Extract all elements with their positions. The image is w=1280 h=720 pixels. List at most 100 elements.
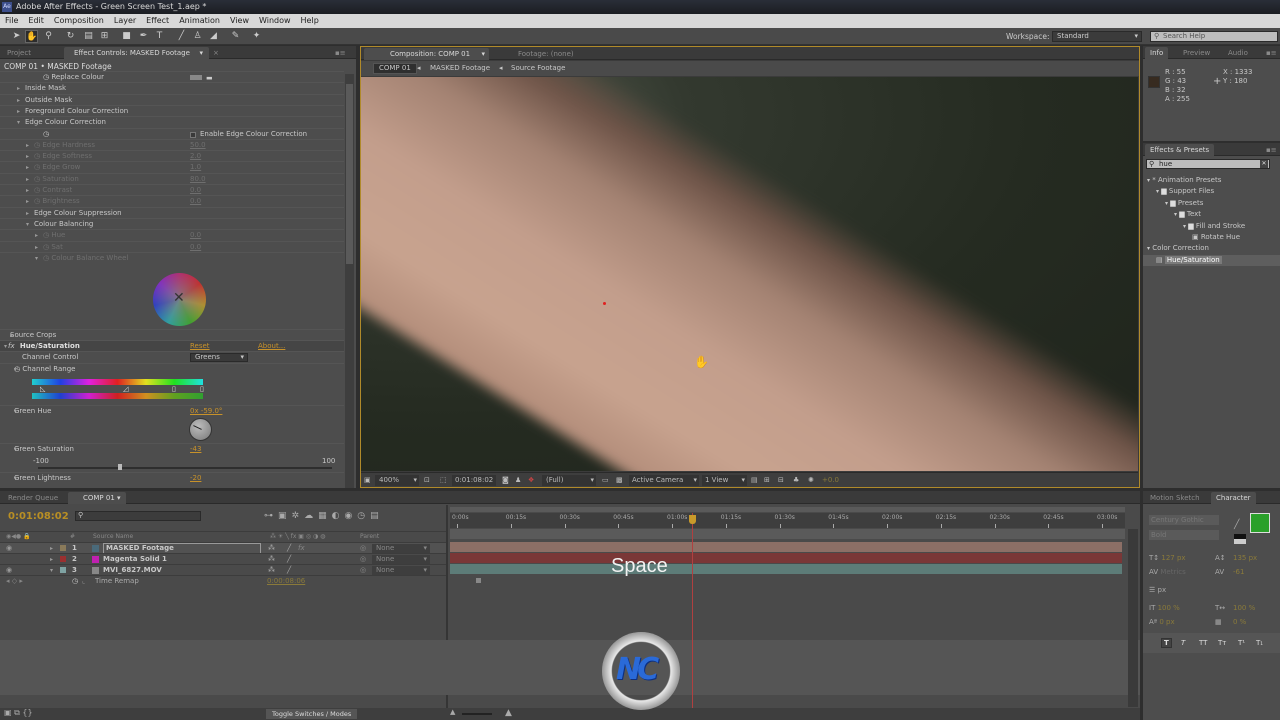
effect-property-row[interactable]: ▸ ◷ Edge Softness 2.0 — [0, 150, 344, 161]
stopwatch-icon[interactable]: ◷ — [43, 130, 49, 138]
effect-property-row[interactable]: ▾ ◷ Colour Balance Wheel — [0, 251, 344, 264]
comp-mini-flowchart-icon[interactable]: ⊶ — [264, 511, 278, 521]
clear-search-icon[interactable]: ✕ — [1260, 160, 1268, 168]
resolution-dropdown[interactable]: (Full) ▾ — [542, 475, 596, 486]
breadcrumb-masked-footage[interactable]: MASKED Footage — [430, 64, 490, 72]
transparency-grid-icon[interactable]: ▩ — [616, 473, 623, 488]
menu-window[interactable]: Window — [254, 14, 296, 28]
faux-bold-button[interactable]: T — [1161, 638, 1172, 648]
menu-file[interactable]: File — [0, 14, 23, 28]
effect-property-row[interactable]: ▾ Edge Colour Correction — [0, 116, 344, 127]
effects-tree-item[interactable]: ▣ Rotate Hue — [1143, 232, 1280, 243]
leading-value[interactable]: 135 px — [1233, 551, 1257, 565]
menu-layer[interactable]: Layer — [109, 14, 141, 28]
range-slider-right-handle[interactable]: ▯ — [172, 385, 176, 393]
hand-tool-icon[interactable]: ✋ — [25, 30, 38, 43]
motion-blur-icon[interactable]: ◐ — [332, 511, 345, 521]
menu-animation[interactable]: Animation — [174, 14, 225, 28]
baseline-shift-value[interactable]: 0 px — [1159, 618, 1174, 626]
breadcrumb-source-footage[interactable]: Source Footage — [511, 64, 565, 72]
green-saturation-row[interactable]: ▾Green Saturation -43 — [0, 443, 344, 454]
effect-property-row[interactable]: ▾ Colour Balancing — [0, 217, 344, 229]
current-time-display[interactable]: 0:01:08:02 — [8, 511, 69, 522]
effect-property-row[interactable]: ▸ Outside Mask — [0, 93, 344, 105]
exposure-value[interactable]: +0.0 — [822, 473, 839, 488]
time-remap-row[interactable]: ◂ ◇ ▸ ◷ ⌞ Time Remap 0:00:08:06 — [0, 575, 446, 586]
stroke-color-swatch[interactable] — [1234, 534, 1246, 544]
parent-dropdown[interactable]: None ▾ — [372, 544, 430, 553]
type-tool-icon[interactable]: T — [153, 30, 166, 43]
layer-row[interactable]: ▸ 2 Magenta Solid 1 ⁂ ╱ ◎ None ▾ — [0, 553, 446, 564]
effect-property-row[interactable]: ▸ Edge Colour Suppression — [0, 206, 344, 218]
green-hue-value[interactable]: 0x -59.0° — [190, 406, 222, 417]
all-caps-button[interactable]: TT — [1199, 639, 1207, 647]
playhead-line[interactable] — [691, 513, 693, 718]
effect-property-row[interactable]: ▸ Inside Mask — [0, 82, 344, 93]
green-saturation-slider-handle[interactable] — [118, 464, 122, 470]
current-time-display[interactable]: 0:01:08:02 — [452, 475, 497, 486]
channel-control-dropdown[interactable]: Greens ▾ — [190, 353, 248, 362]
effect-property-row[interactable]: ▸ ◷ Brightness 0.0 — [0, 195, 344, 206]
eyedropper-icon[interactable]: ╱ — [1234, 520, 1239, 530]
eraser-tool-icon[interactable]: ◢ — [207, 30, 220, 43]
live-update-icon[interactable]: ▣ — [278, 511, 292, 521]
workspace-dropdown[interactable]: Standard ▾ — [1052, 31, 1142, 42]
pen-tool-icon[interactable]: ✒ — [137, 30, 150, 43]
channel-range-row[interactable]: ▾◷ Channel Range — [0, 363, 344, 374]
clone-stamp-tool-icon[interactable]: ♙ — [191, 30, 204, 43]
fill-color-swatch[interactable] — [1250, 513, 1270, 533]
zoom-out-icon[interactable]: ▲ — [450, 708, 455, 716]
work-area-bar[interactable] — [450, 507, 1125, 512]
faux-italic-button[interactable]: T — [1181, 639, 1185, 647]
hide-shy-icon[interactable]: ☁ — [304, 511, 318, 521]
effect-property-row[interactable]: ◷ Enable Edge Colour Correction — [0, 127, 344, 139]
layer-duration-bar[interactable] — [450, 564, 1122, 574]
composition-viewer[interactable]: ✋ — [361, 77, 1138, 471]
effects-tree-item[interactable]: ▾ Color Correction — [1143, 243, 1280, 254]
exposure-reset-icon[interactable]: ✺ — [808, 473, 814, 488]
effect-property-row[interactable]: ▸ ◷ Edge Grow 1.0 — [0, 161, 344, 172]
superscript-button[interactable]: T¹ — [1238, 639, 1245, 647]
horizontal-scale-value[interactable]: 100 % — [1233, 601, 1255, 615]
toggle-switches-modes-button[interactable]: Toggle Switches / Modes — [266, 709, 358, 719]
kerning-value[interactable]: Metrics — [1160, 568, 1185, 576]
green-hue-dial[interactable] — [189, 418, 212, 441]
replace-colour-swatch[interactable] — [190, 75, 202, 80]
twirl-open-icon[interactable]: ▾ — [1183, 223, 1186, 230]
keyframe-nav-icon[interactable]: ◂ ◇ ▸ — [6, 576, 23, 587]
twirl-open-icon[interactable]: ▾ — [1147, 245, 1150, 252]
safe-zones-icon[interactable]: ⊡ — [424, 473, 430, 488]
puppet-pin-tool-icon[interactable]: ✦ — [250, 30, 263, 43]
layer-duration-bar[interactable] — [450, 542, 1122, 552]
layer-row[interactable]: ◉ ▾ 3 MVI_6827.MOV ⁂ ╱ ◎ None ▾ — [0, 564, 446, 575]
parent-dropdown[interactable]: None ▾ — [372, 566, 430, 575]
show-snapshot-icon[interactable]: ♟ — [515, 473, 521, 488]
tab-preview[interactable]: Preview — [1178, 47, 1215, 59]
snapshot-icon[interactable]: ◙ — [502, 473, 509, 488]
effects-tree-item[interactable]: ▾ ▆ Fill and Stroke — [1143, 221, 1280, 232]
enable-edge-checkbox[interactable] — [190, 131, 196, 138]
tab-comp-01[interactable]: COMP 01 ▾ — [68, 492, 126, 504]
camera-dropdown[interactable]: Active Camera ▾ — [629, 475, 699, 486]
effects-tree-item[interactable]: ▾ ▆ Presets — [1143, 198, 1280, 209]
roto-brush-tool-icon[interactable]: ✎ — [229, 30, 242, 43]
label-color-swatch[interactable] — [60, 567, 66, 573]
playhead-handle[interactable] — [688, 515, 696, 524]
font-size-value[interactable]: 127 px — [1161, 554, 1185, 562]
effect-property-row[interactable]: ▸ ◷ Hue 0.0 — [0, 229, 344, 240]
effects-search-input[interactable]: ⚲ hue ✕ — [1146, 159, 1270, 169]
close-icon[interactable]: × — [208, 47, 224, 59]
brush-tool-icon[interactable]: ╱ — [175, 30, 188, 43]
label-color-swatch[interactable] — [60, 556, 66, 562]
vertical-scale-value[interactable]: 100 % — [1158, 604, 1180, 612]
tab-effect-controls[interactable]: Effect Controls: MASKED Footage ▾ — [64, 47, 209, 59]
menu-effect[interactable]: Effect — [141, 14, 174, 28]
draft-3d-icon[interactable]: ✲ — [292, 511, 305, 521]
region-of-interest-icon[interactable]: ▭ — [602, 473, 609, 488]
twirl-open-icon[interactable]: ▾ — [35, 253, 43, 264]
green-lightness-row[interactable]: ▾Green Lightness -20 — [0, 472, 344, 483]
time-remap-keyframe[interactable] — [476, 578, 481, 583]
tab-effects-presets[interactable]: Effects & Presets — [1145, 144, 1215, 156]
pan-behind-tool-icon[interactable]: ⊞ — [98, 30, 111, 43]
panel-menu-icon[interactable]: ▪≡ — [1261, 144, 1280, 156]
